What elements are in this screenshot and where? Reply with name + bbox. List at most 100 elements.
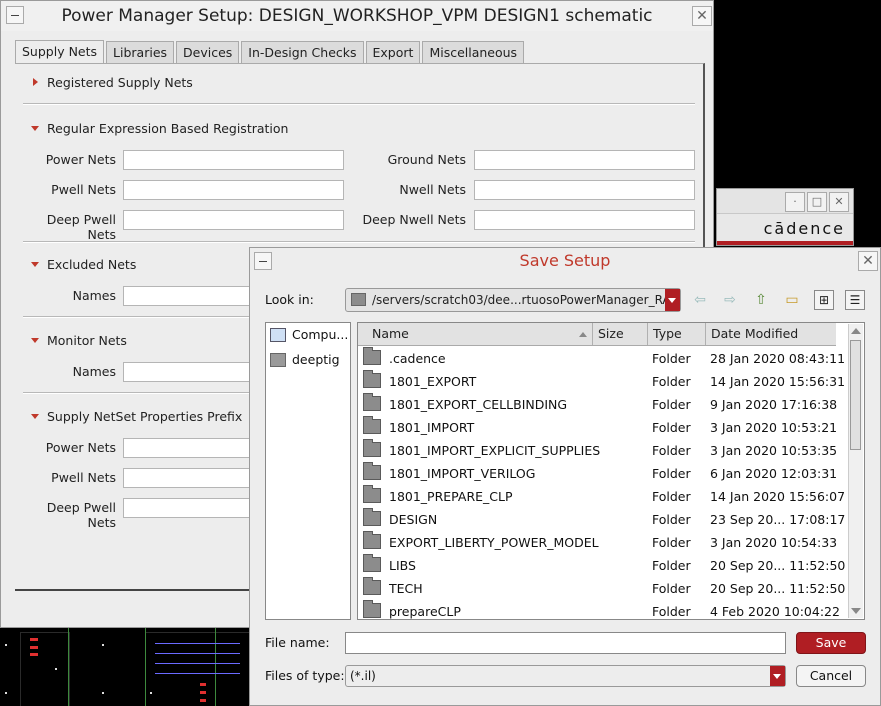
cell-name: 1801_PREPARE_CLP: [389, 489, 513, 504]
dialog-title: Save Setup: [519, 251, 611, 270]
cadence-logo: cādence: [763, 219, 845, 238]
column-header-size[interactable]: Size: [593, 323, 648, 345]
files-of-type-combo[interactable]: (*.il): [345, 665, 786, 687]
deep-nwell-nets-field[interactable]: [474, 210, 695, 230]
tab-supply-nets[interactable]: Supply Nets: [15, 40, 105, 64]
collapse-arrow-icon[interactable]: [31, 126, 39, 131]
nwell-nets-field[interactable]: [474, 180, 695, 200]
column-header-type[interactable]: Type: [648, 323, 706, 345]
column-header-date[interactable]: Date Modified: [706, 323, 836, 345]
parent-folder-icon[interactable]: ⇧: [751, 290, 771, 310]
cell-date: 20 Sep 20... 11:52:50: [710, 558, 846, 573]
cell-name: TECH: [389, 581, 423, 596]
ground-nets-field[interactable]: [474, 150, 695, 170]
section-netset-prefix[interactable]: Supply NetSet Properties Prefix: [47, 409, 242, 424]
cell-type: Folder: [652, 466, 691, 481]
table-row[interactable]: 1801_IMPORT_EXPLICIT_SUPPLIES Folder 3 Jan…: [358, 439, 837, 462]
sidebar-item-home[interactable]: deeptig: [270, 350, 350, 372]
new-folder-icon[interactable]: ▭: [782, 290, 802, 310]
cancel-button[interactable]: Cancel: [796, 665, 866, 687]
back-arrow-icon[interactable]: ⇦: [690, 290, 710, 310]
file-list-header: Name Size Type Date Modified: [358, 323, 836, 346]
pwell-nets-label: Pwell Nets: [51, 182, 116, 197]
file-name-field[interactable]: [345, 632, 789, 655]
table-row[interactable]: 1801_IMPORT_VERILOG Folder 6 Jan 2020 12:0…: [358, 462, 837, 485]
deep-nwell-nets-label: Deep Nwell Nets: [362, 212, 466, 227]
power-nets-field[interactable]: [123, 150, 344, 170]
dropdown-arrow-icon[interactable]: [665, 289, 680, 311]
cell-name: DESIGN: [389, 512, 438, 527]
sort-ascending-icon: [579, 332, 587, 337]
vertical-scrollbar[interactable]: [848, 324, 863, 618]
sidebar-item-computer[interactable]: Compu...: [270, 325, 350, 347]
list-view-icon[interactable]: ⊞: [814, 290, 834, 310]
file-name-label: File name:: [265, 635, 330, 650]
table-row[interactable]: TECH Folder 20 Sep 20... 11:52:50: [358, 577, 845, 600]
tab-libraries[interactable]: Libraries: [106, 41, 175, 63]
tab-miscellaneous[interactable]: Miscellaneous: [422, 41, 525, 63]
collapse-arrow-icon[interactable]: [31, 414, 39, 419]
table-row[interactable]: 1801_IMPORT Folder 3 Jan 2020 10:53:21: [358, 416, 837, 439]
save-button[interactable]: Save: [796, 632, 866, 654]
cell-type: Folder: [652, 558, 691, 573]
folder-icon: [363, 416, 381, 434]
pm-titlebar: Power Manager Setup: DESIGN_WORKSHOP_VPM…: [1, 1, 713, 31]
cell-type: Folder: [652, 420, 691, 435]
section-regex-registration[interactable]: Regular Expression Based Registration: [47, 121, 288, 136]
scroll-up-icon[interactable]: [851, 328, 861, 334]
table-row[interactable]: 1801_EXPORT Folder 14 Jan 2020 15:56:31: [358, 370, 845, 393]
places-sidebar: Compu... deeptig: [265, 322, 351, 620]
scroll-thumb[interactable]: [850, 340, 861, 450]
tab-export[interactable]: Export: [365, 41, 421, 63]
folder-icon: [363, 370, 381, 388]
nwell-nets-label: Nwell Nets: [399, 182, 466, 197]
expand-arrow-icon[interactable]: [33, 78, 38, 86]
cell-date: 3 Jan 2020 10:54:33: [710, 535, 838, 550]
maximize-icon[interactable]: □: [807, 192, 827, 212]
tab-in-design-checks[interactable]: In-Design Checks: [241, 41, 364, 63]
table-row[interactable]: DESIGN Folder 23 Sep 20... 17:08:17: [358, 508, 845, 531]
cadence-titlebar: · □ ✕: [717, 189, 853, 214]
computer-icon: [270, 328, 286, 342]
cell-date: 14 Jan 2020 15:56:07: [710, 489, 846, 504]
minimize-icon[interactable]: ·: [785, 192, 805, 212]
look-in-combo[interactable]: /servers/scratch03/dee...rtuosoPowerMana…: [345, 288, 681, 312]
close-icon[interactable]: ✕: [829, 192, 849, 212]
folder-icon: [363, 577, 381, 595]
forward-arrow-icon[interactable]: ⇨: [720, 290, 740, 310]
cell-type: Folder: [652, 512, 691, 527]
sidebar-item-label: Compu...: [292, 327, 349, 342]
folder-icon: [363, 531, 381, 549]
section-excluded-nets[interactable]: Excluded Nets: [47, 257, 136, 272]
table-row[interactable]: LIBS Folder 20 Sep 20... 11:52:50: [358, 554, 845, 577]
table-row[interactable]: 1801_EXPORT_CELLBINDING Folder 9 Jan 2020 …: [358, 393, 837, 416]
cell-date: 23 Sep 20... 17:08:17: [710, 512, 846, 527]
brand-stripe: [717, 241, 853, 245]
cell-name: 1801_EXPORT: [389, 374, 477, 389]
tab-devices[interactable]: Devices: [176, 41, 240, 63]
file-name-input[interactable]: [346, 633, 789, 655]
folder-icon: [363, 508, 381, 526]
folder-icon: [363, 485, 381, 503]
collapse-arrow-icon[interactable]: [31, 262, 39, 267]
close-icon[interactable]: ✕: [692, 6, 712, 26]
close-icon[interactable]: ✕: [858, 251, 878, 271]
cell-type: Folder: [652, 351, 691, 366]
sidebar-item-label: deeptig: [292, 352, 340, 367]
excluded-names-label: Names: [72, 288, 116, 303]
detail-view-icon[interactable]: ☰: [845, 290, 865, 310]
collapse-arrow-icon[interactable]: [31, 338, 39, 343]
deep-pwell-nets-field[interactable]: [123, 210, 344, 230]
table-row[interactable]: .cadence Folder 28 Jan 2020 08:43:11: [358, 347, 845, 370]
table-row[interactable]: 1801_PREPARE_CLP Folder 14 Jan 2020 15:56:…: [358, 485, 845, 508]
table-row[interactable]: EXPORT_LIBERTY_POWER_MODEL Folder 3 Jan 20…: [358, 531, 838, 554]
cell-name: 1801_IMPORT_VERILOG: [389, 466, 536, 481]
table-row[interactable]: prepareCLP Folder 4 Feb 2020 10:04:22: [358, 600, 840, 619]
scroll-down-icon[interactable]: [851, 608, 861, 614]
dropdown-arrow-icon[interactable]: [770, 666, 785, 686]
column-header-name[interactable]: Name: [358, 323, 593, 345]
section-registered-supply-nets[interactable]: Registered Supply Nets: [47, 75, 193, 90]
pwell-nets-field[interactable]: [123, 180, 344, 200]
section-monitor-nets[interactable]: Monitor Nets: [47, 333, 127, 348]
cell-name: LIBS: [389, 558, 416, 573]
